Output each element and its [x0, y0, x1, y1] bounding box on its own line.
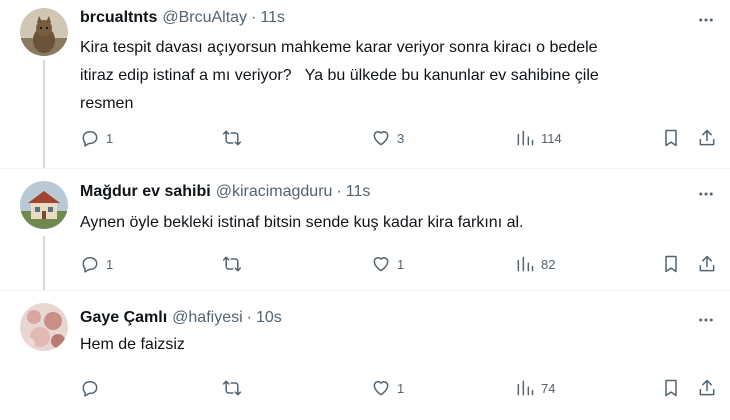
timestamp[interactable]: 11s: [346, 182, 371, 202]
retweet-button[interactable]: [222, 376, 248, 400]
share-icon: [699, 129, 715, 146]
views-count: 114: [541, 130, 562, 146]
views-button[interactable]: 82: [515, 252, 555, 276]
share-button[interactable]: [697, 376, 717, 400]
reply-button[interactable]: 1: [80, 252, 113, 276]
reply-count: 1: [106, 130, 114, 146]
user-handle[interactable]: @kiracimagduru: [216, 182, 333, 202]
tweet-actions: 1 74: [0, 376, 730, 400]
tweet-actions: 1 3 114: [0, 126, 730, 150]
display-name[interactable]: Gaye Çamlı: [80, 308, 167, 328]
retweet-icon: [222, 380, 242, 396]
reply-button[interactable]: 1: [80, 126, 113, 150]
views-icon: [517, 256, 534, 272]
retweet-icon: [222, 130, 242, 146]
more-icon[interactable]: [696, 310, 716, 330]
separator-dot: ·: [251, 9, 257, 26]
tweet-header: Gaye Çamlı @hafiyesi · 10s: [80, 308, 282, 328]
bookmark-button[interactable]: [661, 252, 681, 276]
bookmark-button[interactable]: [661, 376, 681, 400]
user-handle[interactable]: @BrcuAltay: [162, 8, 247, 28]
reply-button[interactable]: [80, 376, 106, 400]
retweet-icon: [222, 256, 242, 272]
bookmark-icon: [665, 129, 677, 147]
reply-icon: [82, 381, 98, 397]
tweet-text: Aynen öyle bekleki istinaf bitsin sende …: [80, 214, 524, 231]
bookmark-button[interactable]: [661, 126, 681, 150]
tweet[interactable]: Mağdur ev sahibi @kiracimagduru · 11s Ay…: [0, 168, 730, 290]
like-button[interactable]: 3: [371, 126, 404, 150]
tweet-header: Mağdur ev sahibi @kiracimagduru · 11s: [80, 182, 370, 202]
more-icon[interactable]: [696, 10, 716, 30]
like-count: 1: [397, 380, 405, 396]
share-button[interactable]: [697, 252, 717, 276]
avatar[interactable]: [20, 8, 68, 56]
reply-count: 1: [106, 256, 114, 272]
timestamp[interactable]: 10s: [256, 308, 282, 328]
like-count: 3: [397, 130, 405, 146]
tweet-actions: 1 1 82: [0, 252, 730, 276]
views-icon: [517, 380, 534, 396]
like-button[interactable]: 1: [371, 376, 404, 400]
share-icon: [699, 379, 715, 396]
tweet[interactable]: brcualtnts @BrcuAltay · 11s Kira tespit …: [0, 0, 730, 168]
heart-icon: [373, 257, 389, 272]
share-icon: [699, 255, 715, 272]
retweet-button[interactable]: [222, 252, 248, 276]
separator-dot: ·: [336, 183, 342, 200]
more-icon[interactable]: [696, 184, 716, 204]
tweet[interactable]: Gaye Çamlı @hafiyesi · 10s Hem de faizsi…: [0, 290, 730, 420]
views-icon: [517, 130, 534, 146]
views-button[interactable]: 114: [515, 126, 562, 150]
user-handle[interactable]: @hafiyesi: [172, 308, 243, 328]
separator-dot: ·: [246, 309, 252, 326]
timestamp[interactable]: 11s: [260, 8, 285, 28]
views-count: 82: [541, 256, 556, 272]
tweet-header: brcualtnts @BrcuAltay · 11s: [80, 8, 285, 28]
bookmark-icon: [665, 255, 677, 273]
views-count: 74: [541, 380, 556, 396]
reply-icon: [82, 131, 98, 147]
reply-icon: [82, 257, 98, 273]
heart-icon: [373, 131, 389, 146]
display-name[interactable]: Mağdur ev sahibi: [80, 182, 211, 202]
avatar[interactable]: [20, 303, 68, 351]
tweet-text: Kira tespit davası açıyorsun mahkeme kar…: [80, 39, 599, 112]
share-button[interactable]: [697, 126, 717, 150]
bookmark-icon: [665, 379, 677, 397]
heart-icon: [373, 381, 389, 396]
avatar[interactable]: [20, 181, 68, 229]
views-button[interactable]: 74: [515, 376, 555, 400]
like-button[interactable]: 1: [371, 252, 404, 276]
like-count: 1: [397, 256, 405, 272]
display-name[interactable]: brcualtnts: [80, 8, 157, 28]
tweet-text: Hem de faizsiz: [80, 336, 185, 353]
retweet-button[interactable]: [222, 126, 248, 150]
